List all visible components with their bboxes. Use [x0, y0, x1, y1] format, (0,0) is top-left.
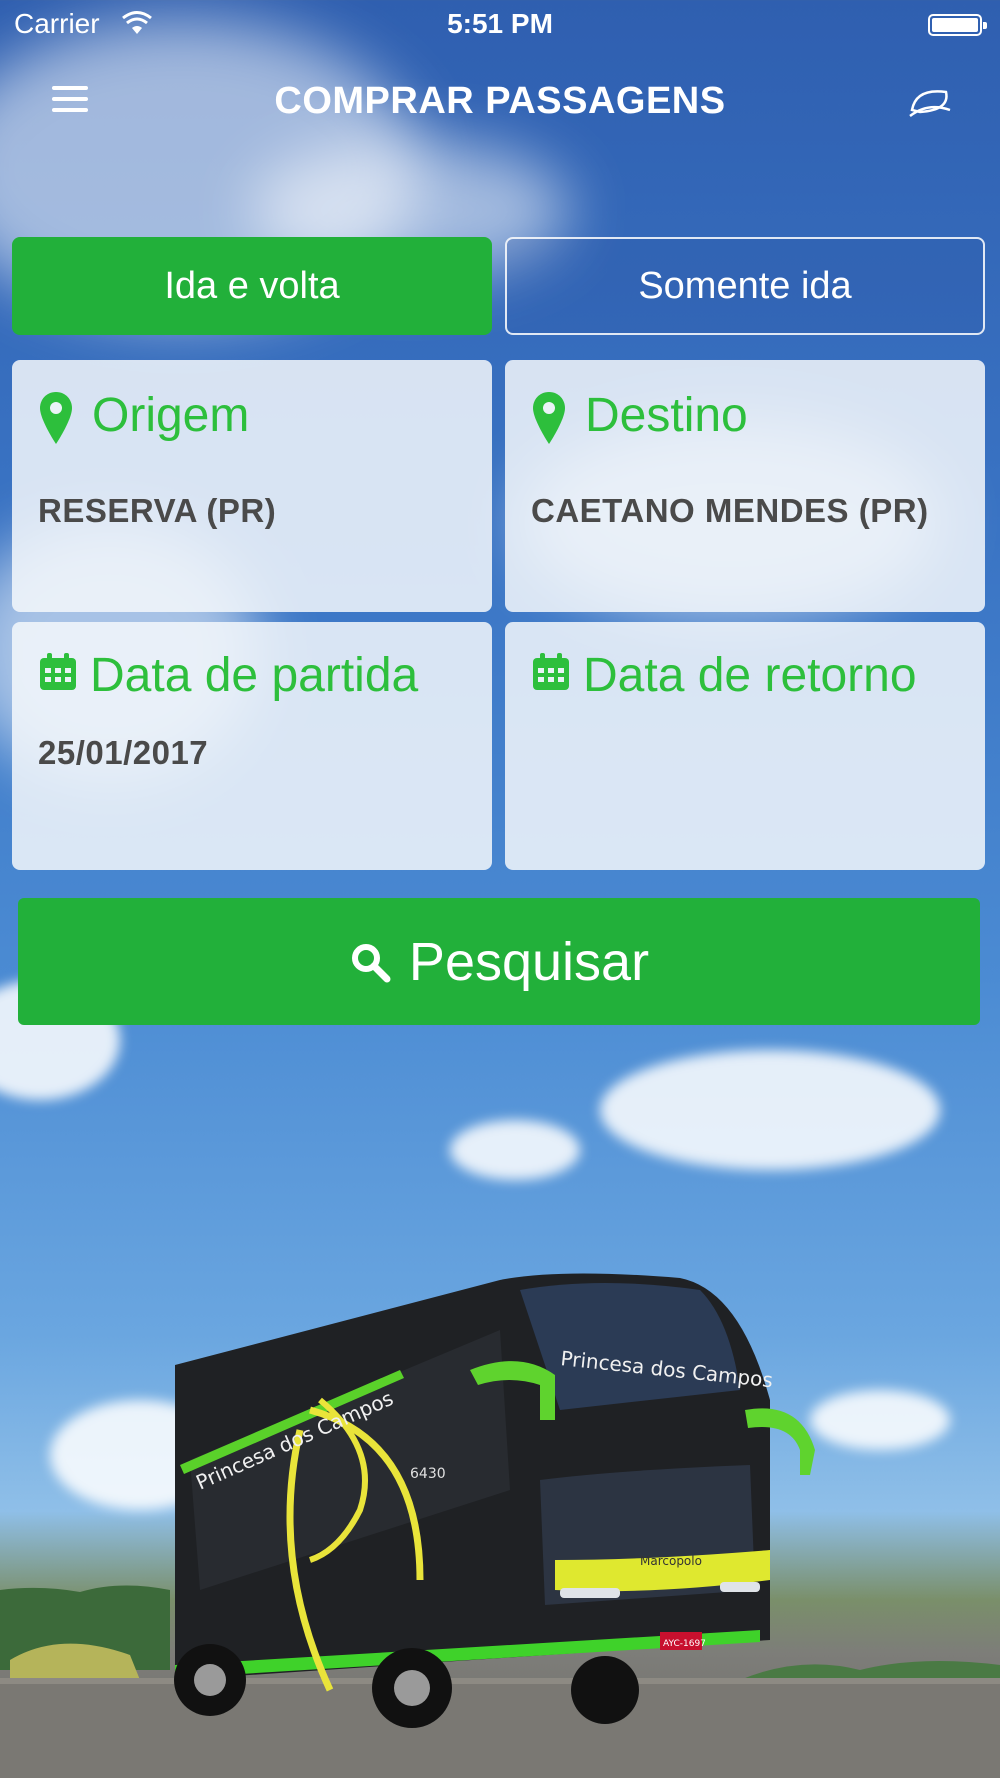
destination-value: CAETANO MENDES (PR) [531, 492, 929, 529]
page-title: COMPRAR PASSAGENS [274, 80, 726, 122]
search-button-label: Pesquisar [408, 931, 650, 992]
bus-photo: Princesa dos Campos Princesa dos Campos … [0, 1260, 1000, 1778]
status-time: 5:51 PM [447, 8, 553, 39]
bus-illustration: Princesa dos Campos Princesa dos Campos … [0, 1273, 1000, 1778]
bus-fleet-number: 6430 [410, 1466, 446, 1482]
leaf-icon[interactable] [906, 80, 956, 120]
location-pin-icon [533, 392, 565, 444]
calendar-icon [40, 653, 76, 690]
search-icon [351, 943, 391, 982]
destination-label: Destino [585, 389, 748, 442]
destination-card[interactable]: Destino CAETANO MENDES (PR) [505, 360, 985, 612]
bus-plate: AYC-1697 [663, 1639, 706, 1649]
departure-date-label: Data de partida [90, 649, 419, 702]
status-bar: Carrier 5:51 PM [0, 0, 1000, 50]
departure-date-value: 25/01/2017 [38, 734, 209, 771]
calendar-icon [533, 653, 569, 690]
origin-label: Origem [92, 389, 250, 442]
departure-date-card[interactable]: Data de partida 25/01/2017 [12, 622, 492, 870]
return-date-card[interactable]: Data de retorno [505, 622, 985, 870]
battery-icon [928, 14, 987, 36]
location-pin-icon [40, 392, 72, 444]
bus-model: Marcopolo [640, 1554, 702, 1568]
search-button[interactable]: Pesquisar [18, 898, 980, 1025]
return-date-label: Data de retorno [583, 649, 917, 702]
origin-card[interactable]: Origem RESERVA (PR) [12, 360, 492, 612]
nav-bar: COMPRAR PASSAGENS [0, 60, 1000, 140]
origin-value: RESERVA (PR) [38, 492, 277, 529]
one-way-button[interactable]: Somente ida [505, 237, 985, 335]
round-trip-button[interactable]: Ida e volta [12, 237, 492, 335]
